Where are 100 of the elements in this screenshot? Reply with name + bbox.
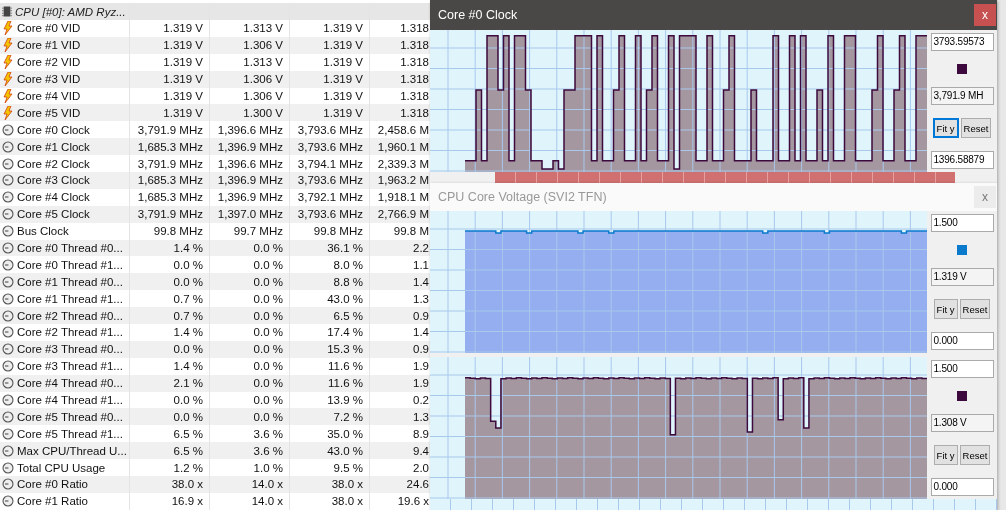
sensor-value: 1.0 % <box>253 461 283 474</box>
sensor-value: 1.306 V <box>243 73 283 86</box>
sensor-name: Core #1 Thread #1... <box>17 292 123 305</box>
sensor-value: 1.319 V <box>323 73 363 86</box>
sensor-value: 43.0 % <box>327 444 363 457</box>
sensor-name: Max CPU/Thread U... <box>17 444 127 457</box>
sensor-value: 11.6 % <box>328 360 363 373</box>
sensor-value: 3,793.6 MHz <box>297 123 363 136</box>
sensor-value: 0.0 % <box>253 309 283 322</box>
sensor-value: 1,685.3 MHz <box>137 191 203 204</box>
sensor-value: 3.6 % <box>253 427 283 440</box>
sensor-value: 0.0 % <box>253 360 283 373</box>
sensor-value: 3,791.9 MHz <box>137 208 203 221</box>
sensor-value: 0.7 % <box>173 309 203 322</box>
sensor-value: 1,396.9 MHz <box>217 174 283 187</box>
sensor-value: 0.2 <box>413 394 429 407</box>
sensor-value: 1.4 <box>413 275 429 288</box>
window-title: CPU Core Voltage (SVI2 TFN) <box>438 190 607 204</box>
min-field[interactable]: 1396.58879 <box>930 151 994 169</box>
sensor-value: 14.0 x <box>251 495 283 508</box>
max-field[interactable]: 3793.59573 <box>930 33 994 51</box>
sensor-value: 1.306 V <box>243 39 283 52</box>
color-swatch[interactable] <box>957 64 967 74</box>
sensor-value: 0.0 % <box>253 242 283 254</box>
sensor-value: 0.0 % <box>253 275 283 288</box>
sensor-name: Core #0 VID <box>17 22 81 35</box>
clock-icon <box>2 224 14 239</box>
sensor-value: 1.319 V <box>163 90 203 102</box>
sensor-value: 1.319 V <box>323 56 363 69</box>
sensor-value: 3,792.1 MHz <box>297 191 363 204</box>
lightning-icon <box>2 105 14 120</box>
sensor-name: Bus Clock <box>17 225 69 238</box>
sensor-value: 19.6 x <box>397 495 429 508</box>
sensor-name: Core #0 Thread #1... <box>17 258 123 271</box>
sensor-value: 99.7 MHz <box>233 225 283 238</box>
sensor-value: 1,396.9 MHz <box>217 140 283 153</box>
close-button[interactable]: x <box>974 4 996 26</box>
sensor-name: Core #3 Thread #0... <box>17 343 123 356</box>
sensor-value: 2,766.9 M <box>377 208 429 221</box>
sensor-value: 0.0 % <box>253 343 283 356</box>
sensor-value: 1.9 <box>413 360 429 373</box>
sensor-value: 1.319 V <box>163 73 203 86</box>
sensor-value: 1.319 V <box>163 56 203 69</box>
fit-y-button[interactable]: Fit y <box>932 118 959 138</box>
sensor-value: 1.318 <box>400 39 429 52</box>
clock-icon <box>2 359 14 374</box>
sensor-name: Core #3 VID <box>17 73 81 86</box>
sensor-value: 1.306 V <box>243 90 283 102</box>
sensor-value: 1.318 <box>400 56 429 69</box>
sensor-value: 1,397.0 MHz <box>217 208 283 221</box>
sensor-value: 0.0 % <box>253 292 283 305</box>
sensor-name: Total CPU Usage <box>17 461 106 474</box>
sensor-name: Core #0 Clock <box>17 123 90 136</box>
sensor-value: 1.318 <box>400 106 429 119</box>
lightning-icon <box>2 21 14 36</box>
sensor-value: 1.319 V <box>163 22 203 35</box>
clock-icon <box>2 257 14 272</box>
sensor-value: 3,793.6 MHz <box>297 140 363 153</box>
clock-icon <box>2 156 14 171</box>
sensor-value: 0.0 % <box>173 410 203 423</box>
sensor-name: Core #1 VID <box>17 39 81 52</box>
sensor-value: 0.0 % <box>253 394 283 407</box>
clock-icon <box>2 122 14 137</box>
sensor-value: 1.319 V <box>323 90 363 102</box>
sensor-name: Core #4 Thread #1... <box>17 394 123 407</box>
sensor-value: 1.4 % <box>173 242 203 254</box>
sensor-value: 13.9 % <box>327 394 363 407</box>
sensor-value: 99.8 MHz <box>153 225 203 238</box>
sensor-value: 9.5 % <box>333 461 363 474</box>
sensor-value: 0.0 % <box>253 410 283 423</box>
sensor-value: 2.1 % <box>173 377 203 390</box>
sensor-name: Core #1 Thread #0... <box>17 275 123 288</box>
sensor-value: 1.319 V <box>323 22 363 35</box>
sensor-value: 0.7 % <box>173 292 203 305</box>
sensor-value: 1.318 <box>400 90 429 102</box>
sensor-name: Core #0 Ratio <box>17 478 88 491</box>
clock-icon <box>2 494 14 509</box>
sensor-name: Core #1 Ratio <box>17 495 88 508</box>
sensor-value: 7.2 % <box>333 410 363 423</box>
sensor-value: 1.319 V <box>323 39 363 52</box>
group-name: CPU [#0]: AMD Ryz... <box>15 5 126 18</box>
sensor-value: 1,396.6 MHz <box>217 123 283 136</box>
sensor-value: 8.9 <box>413 427 429 440</box>
sensor-value: 15.3 % <box>327 343 363 356</box>
sensor-name: Core #4 VID <box>17 90 81 102</box>
clock-icon <box>2 291 14 306</box>
sensor-value: 38.0 x <box>331 495 363 508</box>
sensor-value: 1,963.2 M <box>377 174 429 187</box>
sensor-value: 1.318 <box>400 73 429 86</box>
sensor-value: 0.0 % <box>173 275 203 288</box>
sensor-value: 99.8 MHz <box>313 225 363 238</box>
sensor-value: 1.313 V <box>243 56 283 69</box>
sensor-value: 1.3 <box>413 410 429 423</box>
lightning-icon <box>2 89 14 103</box>
group-header[interactable]: CPU [#0]: AMD Ryz... <box>0 3 430 20</box>
sensor-value: 1.313 V <box>243 22 283 35</box>
clock-icon <box>2 460 14 475</box>
reset-button[interactable]: Reset <box>960 118 992 138</box>
sensor-value: 1.4 % <box>173 360 203 373</box>
sensor-value: 0.9 <box>413 343 429 356</box>
